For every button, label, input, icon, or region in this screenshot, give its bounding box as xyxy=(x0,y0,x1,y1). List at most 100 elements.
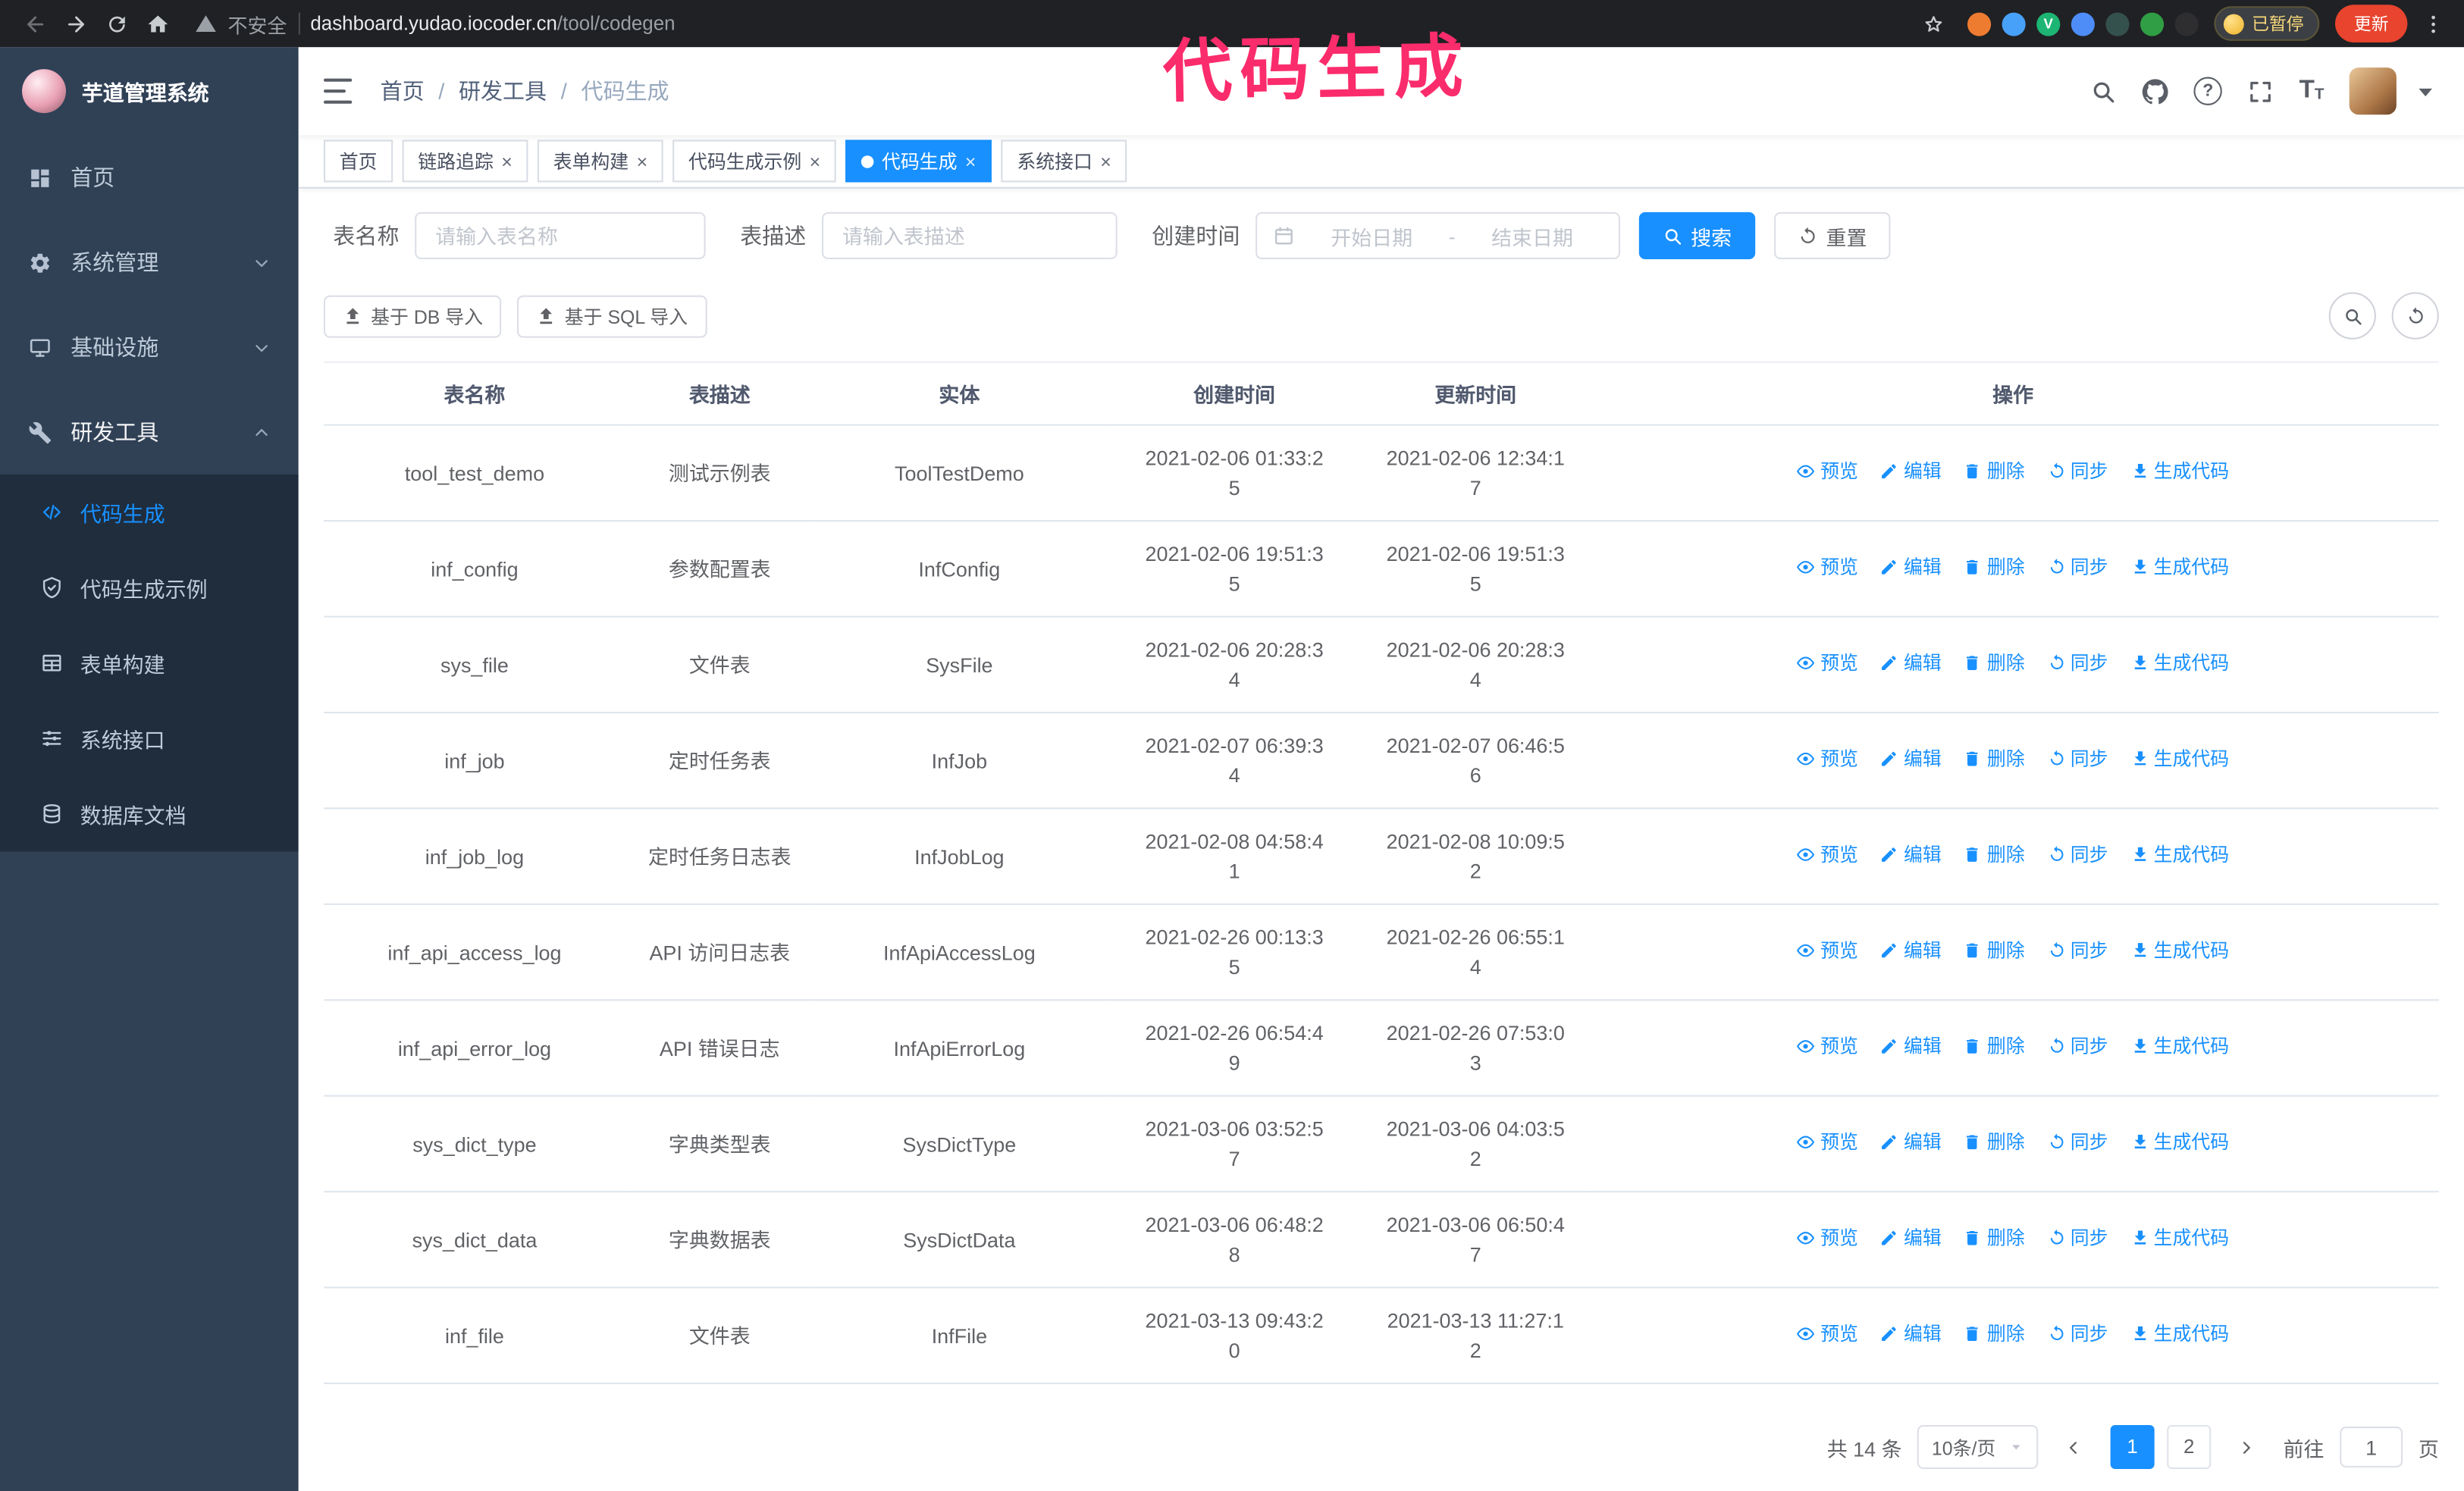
generate-code-link[interactable]: 生成代码 xyxy=(2130,1128,2229,1157)
search-icon[interactable] xyxy=(2090,78,2117,105)
preview-link[interactable]: 预览 xyxy=(1797,936,1858,966)
sidebar-item-system[interactable]: 系统管理 xyxy=(0,220,299,305)
sync-link[interactable]: 同步 xyxy=(2047,1032,2108,1061)
sidebar-item-codegen[interactable]: 代码生成 xyxy=(0,475,299,550)
generate-code-link[interactable]: 生成代码 xyxy=(2130,1032,2229,1061)
preview-link[interactable]: 预览 xyxy=(1797,744,1858,774)
sidebar-item-infra[interactable]: 基础设施 xyxy=(0,305,299,390)
next-page-button[interactable] xyxy=(2227,1427,2268,1468)
slate-extension-icon[interactable] xyxy=(2105,11,2130,36)
close-icon[interactable]: × xyxy=(1100,152,1111,171)
reload-button[interactable] xyxy=(98,5,136,42)
close-icon[interactable]: × xyxy=(965,152,977,171)
tab-home[interactable]: 首页 xyxy=(323,139,393,183)
generate-code-link[interactable]: 生成代码 xyxy=(2130,1320,2229,1349)
edit-link[interactable]: 编辑 xyxy=(1880,1032,1942,1061)
logo[interactable]: 芋道管理系统 xyxy=(0,47,299,135)
refresh-table-button[interactable] xyxy=(2391,292,2439,340)
preview-link[interactable]: 预览 xyxy=(1797,1223,1858,1253)
breadcrumb-item[interactable]: 研发工具 xyxy=(459,75,547,106)
delete-link[interactable]: 删除 xyxy=(1964,936,2025,966)
sync-link[interactable]: 同步 xyxy=(2047,1128,2108,1157)
tab-form-builder[interactable]: 表单构建 × xyxy=(537,139,663,183)
delete-link[interactable]: 删除 xyxy=(1964,1128,2025,1157)
preview-link[interactable]: 预览 xyxy=(1797,1128,1858,1157)
browser-menu-button[interactable] xyxy=(2417,12,2448,36)
generate-code-link[interactable]: 生成代码 xyxy=(2130,744,2229,774)
sync-link[interactable]: 同步 xyxy=(2047,840,2108,869)
generate-code-link[interactable]: 生成代码 xyxy=(2130,553,2229,582)
paw-extension-icon[interactable] xyxy=(2174,11,2199,36)
close-icon[interactable]: × xyxy=(810,152,821,171)
paused-badge[interactable]: 已暂停 xyxy=(2214,6,2320,41)
delete-link[interactable]: 删除 xyxy=(1964,553,2025,582)
edit-link[interactable]: 编辑 xyxy=(1880,936,1942,966)
search-button[interactable]: 搜索 xyxy=(1638,211,1756,259)
sync-link[interactable]: 同步 xyxy=(2047,1223,2108,1253)
page-button-2[interactable]: 2 xyxy=(2167,1424,2212,1469)
user-avatar[interactable] xyxy=(2349,67,2397,115)
droplet-extension-icon[interactable] xyxy=(2002,11,2026,36)
sidebar-toggle-icon[interactable] xyxy=(323,75,355,106)
edit-link[interactable]: 编辑 xyxy=(1880,649,1942,678)
preview-link[interactable]: 预览 xyxy=(1797,1032,1858,1061)
sidebar-item-codegen-example[interactable]: 代码生成示例 xyxy=(0,550,299,625)
prev-page-button[interactable] xyxy=(2054,1427,2095,1468)
edit-link[interactable]: 编辑 xyxy=(1880,1128,1942,1157)
sidebar-item-api[interactable]: 系统接口 xyxy=(0,700,299,775)
delete-link[interactable]: 删除 xyxy=(1964,1320,2025,1349)
home-button[interactable] xyxy=(138,5,176,42)
generate-code-link[interactable]: 生成代码 xyxy=(2130,649,2229,678)
sync-link[interactable]: 同步 xyxy=(2047,1320,2108,1349)
generate-code-link[interactable]: 生成代码 xyxy=(2130,457,2229,487)
close-icon[interactable]: × xyxy=(637,152,648,171)
tab-api[interactable]: 系统接口 × xyxy=(1001,139,1127,183)
vue-devtools-extension-icon[interactable]: V xyxy=(2036,11,2061,36)
close-icon[interactable]: × xyxy=(501,152,513,171)
delete-link[interactable]: 删除 xyxy=(1964,457,2025,487)
generate-code-link[interactable]: 生成代码 xyxy=(2130,1223,2229,1253)
github-icon[interactable] xyxy=(2142,78,2168,105)
font-size-icon[interactable] xyxy=(2299,79,2324,104)
delete-link[interactable]: 删除 xyxy=(1964,1223,2025,1253)
caret-down-icon[interactable] xyxy=(2412,78,2439,105)
help-icon[interactable] xyxy=(2193,77,2223,105)
sync-link[interactable]: 同步 xyxy=(2047,649,2108,678)
edit-link[interactable]: 编辑 xyxy=(1880,1223,1942,1253)
goto-page-input[interactable] xyxy=(2340,1427,2403,1468)
page-button-1[interactable]: 1 xyxy=(2110,1424,2155,1469)
fullscreen-icon[interactable] xyxy=(2247,78,2274,105)
edit-link[interactable]: 编辑 xyxy=(1880,457,1942,487)
preview-link[interactable]: 预览 xyxy=(1797,457,1858,487)
address-bar[interactable]: 不安全 dashboard.yudao.iocoder.cn/tool/code… xyxy=(195,8,1911,38)
preview-link[interactable]: 预览 xyxy=(1797,649,1858,678)
update-button[interactable]: 更新 xyxy=(2335,5,2408,42)
edit-link[interactable]: 编辑 xyxy=(1880,744,1942,774)
edit-link[interactable]: 编辑 xyxy=(1880,553,1942,582)
forward-button[interactable] xyxy=(57,5,95,42)
sidebar-item-db-doc[interactable]: 数据库文档 xyxy=(0,776,299,851)
fox-extension-icon[interactable] xyxy=(1967,11,1992,36)
sidebar-item-form-builder[interactable]: 表单构建 xyxy=(0,625,299,700)
preview-link[interactable]: 预览 xyxy=(1797,1320,1858,1349)
sync-link[interactable]: 同步 xyxy=(2047,553,2108,582)
sidebar-item-home[interactable]: 首页 xyxy=(0,135,299,220)
table-desc-input[interactable] xyxy=(839,222,1100,249)
preview-link[interactable]: 预览 xyxy=(1797,840,1858,869)
delete-link[interactable]: 删除 xyxy=(1964,840,2025,869)
generate-code-link[interactable]: 生成代码 xyxy=(2130,840,2229,869)
edit-link[interactable]: 编辑 xyxy=(1880,840,1942,869)
tab-codegen-example[interactable]: 代码生成示例 × xyxy=(672,139,836,183)
breadcrumb-item[interactable]: 首页 xyxy=(381,75,425,106)
people-extension-icon[interactable] xyxy=(2071,11,2095,36)
import-sql-button[interactable]: 基于 SQL 导入 xyxy=(517,294,707,337)
back-button[interactable] xyxy=(16,5,54,42)
sync-link[interactable]: 同步 xyxy=(2047,936,2108,966)
reset-button[interactable]: 重置 xyxy=(1774,211,1891,259)
show-search-button[interactable] xyxy=(2328,292,2376,340)
sync-link[interactable]: 同步 xyxy=(2047,744,2108,774)
leaf-extension-icon[interactable] xyxy=(2140,11,2165,36)
preview-link[interactable]: 预览 xyxy=(1797,553,1858,582)
delete-link[interactable]: 删除 xyxy=(1964,744,2025,774)
delete-link[interactable]: 删除 xyxy=(1964,649,2025,678)
